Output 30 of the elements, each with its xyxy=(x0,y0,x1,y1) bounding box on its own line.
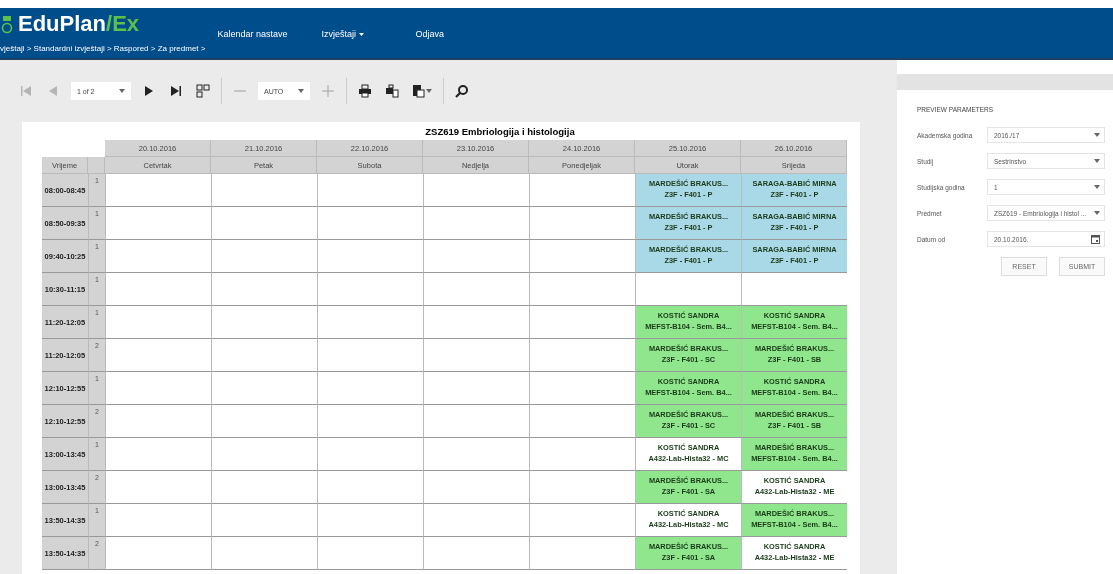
printer-icon xyxy=(358,84,372,98)
breadcrumb: vještaji > Standardni izvještaji > Raspored > Za predmet > xyxy=(0,44,206,53)
print-layout-icon xyxy=(385,84,399,98)
caret-icon xyxy=(119,89,125,93)
first-page-icon xyxy=(19,84,33,98)
export-icon xyxy=(412,84,426,98)
export-button[interactable] xyxy=(410,82,434,100)
plus-icon xyxy=(321,84,335,98)
logo-text: EduPlan/Ex xyxy=(18,11,140,37)
pages-icon xyxy=(196,84,210,98)
caret-icon xyxy=(1094,159,1100,163)
caret-icon xyxy=(1094,185,1100,189)
caret-icon xyxy=(1094,211,1100,215)
caret-icon xyxy=(426,89,432,93)
search-icon xyxy=(455,84,469,98)
caret-icon xyxy=(298,89,304,93)
header-cell xyxy=(88,157,105,174)
nav-link[interactable]: Kalendar nastave xyxy=(217,29,288,39)
page-layout-button[interactable] xyxy=(194,82,212,100)
caret-icon xyxy=(359,33,365,37)
print-layout-button[interactable] xyxy=(383,82,401,100)
print-button[interactable] xyxy=(356,82,374,100)
search-button[interactable] xyxy=(453,82,471,100)
nav-link[interactable]: Izvještaji xyxy=(321,29,382,39)
calendar-icon xyxy=(1091,234,1100,244)
report-title: ZSZ619 Embriologija i histologija xyxy=(424,126,576,139)
logo-icon xyxy=(0,14,14,34)
nav-link[interactable]: Odjava xyxy=(415,29,445,39)
caret-icon xyxy=(1094,133,1100,137)
last-page-icon xyxy=(169,84,183,98)
